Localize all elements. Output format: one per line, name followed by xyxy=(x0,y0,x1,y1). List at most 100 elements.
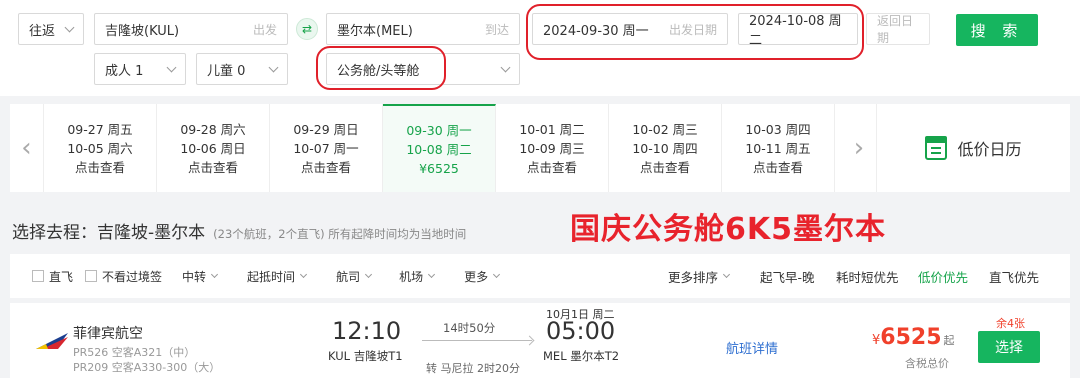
philippine-airlines-logo xyxy=(36,333,68,349)
sort-direct-first[interactable]: 直飞优先 xyxy=(989,254,1039,298)
route-line-arrow-icon xyxy=(422,340,532,341)
price-suffix: 起 xyxy=(943,334,955,347)
next-arrow-icon[interactable]: › xyxy=(842,104,876,192)
date-price: 点击查看 xyxy=(752,159,803,175)
search-panel: 往返 吉隆坡(KUL) 出发 ⇄ 墨尔本(MEL) 到达 2024-09-30 … xyxy=(0,0,1080,96)
date-option[interactable]: 09-27 周五 10-05 周六 点击查看 xyxy=(44,104,157,192)
trip-type-value: 往返 xyxy=(29,23,56,39)
chevron-down-icon xyxy=(166,62,177,72)
date-price: ¥6525 xyxy=(419,160,459,176)
date-return: 10-05 周六 xyxy=(67,140,133,156)
trip-type-select[interactable]: 往返 xyxy=(18,13,84,45)
times-label: 起抵时间 xyxy=(247,269,296,284)
date-depart: 09-29 周日 xyxy=(293,121,359,137)
date-price: 点击查看 xyxy=(526,159,577,175)
flight-price: ¥ 6525 起 xyxy=(872,325,955,350)
date-depart: 10-03 周四 xyxy=(745,121,811,137)
sort-early-late[interactable]: 起飞早-晚 xyxy=(760,254,815,298)
return-date-label: 返回日期 xyxy=(877,14,914,45)
chevron-down-icon xyxy=(268,62,279,72)
date-return: 10-08 周二 xyxy=(406,141,472,157)
chevron-down-icon xyxy=(300,270,308,279)
transfer-label: 中转 xyxy=(182,269,207,284)
flight-leg-1: PR526 空客A321（中） xyxy=(73,346,196,359)
calendar-icon xyxy=(925,136,948,160)
price-currency: ¥ xyxy=(872,333,881,348)
date-option[interactable]: 10-03 周四 10-11 周五 点击查看 xyxy=(722,104,835,192)
children-value: 儿童 0 xyxy=(207,63,246,79)
origin-input[interactable]: 吉隆坡(KUL) 出发 xyxy=(94,13,288,45)
sort-lowest-price[interactable]: 低价优先 xyxy=(918,254,968,298)
date-option[interactable]: 09-29 周日 10-07 周一 点击查看 xyxy=(270,104,383,192)
chevron-down-icon xyxy=(428,270,436,279)
chevron-down-icon xyxy=(365,270,373,279)
chevron-down-icon xyxy=(722,270,731,279)
date-strip: ‹ 09-27 周五 10-05 周六 点击查看 09-28 周六 10-06 … xyxy=(10,104,1070,192)
sort-shortest[interactable]: 耗时短优先 xyxy=(836,254,899,298)
search-button[interactable]: 搜 索 xyxy=(956,14,1038,46)
date-depart: 10-01 周二 xyxy=(519,121,585,137)
prev-arrow-icon[interactable]: ‹ xyxy=(10,104,44,192)
chevron-down-icon xyxy=(64,22,75,32)
date-depart: 09-28 周六 xyxy=(180,121,246,137)
chevron-down-icon xyxy=(500,62,511,72)
times-filter[interactable]: 起抵时间 xyxy=(247,268,308,285)
adults-value: 成人 1 xyxy=(105,63,144,79)
swap-icon[interactable]: ⇄ xyxy=(296,18,318,40)
stopover-info: 转 马尼拉 2时20分 xyxy=(426,362,520,375)
date-depart: 09-27 周五 xyxy=(67,121,133,137)
airline-name: 菲律宾航空 xyxy=(73,326,143,342)
arrival-airport: MEL 墨尔本T2 xyxy=(543,349,620,363)
flight-details-link[interactable]: 航班详情 xyxy=(726,338,778,357)
promo-overlay-text: 国庆公务舱6K5墨尔本 xyxy=(570,212,886,247)
date-depart: 10-02 周三 xyxy=(632,121,698,137)
filter-bar: 直飞 不看过境签 中转 起抵时间 航司 机场 更多 更多排序 起飞早-晚 耗时短… xyxy=(10,254,1070,298)
date-price: 点击查看 xyxy=(74,159,125,175)
depart-time: 12:10 xyxy=(332,317,402,345)
more-sort-label: 更多排序 xyxy=(668,269,719,285)
origin-value: 吉隆坡(KUL) xyxy=(105,23,180,39)
depart-airport: KUL 吉隆坡T1 xyxy=(328,349,403,363)
airport-label: 机场 xyxy=(399,269,424,284)
children-select[interactable]: 儿童 0 xyxy=(196,53,288,85)
adults-select[interactable]: 成人 1 xyxy=(94,53,186,85)
airline-filter[interactable]: 航司 xyxy=(336,268,373,285)
destination-input[interactable]: 墨尔本(MEL) 到达 xyxy=(326,13,520,45)
select-button[interactable]: 选择 xyxy=(978,331,1040,363)
flight-duration: 14时50分 xyxy=(443,321,496,335)
arrival-time: 05:00 xyxy=(546,317,616,345)
direct-checkbox[interactable]: 直飞 xyxy=(32,268,73,285)
more-filter[interactable]: 更多 xyxy=(464,268,501,285)
date-option-selected[interactable]: 09-30 周一 10-08 周二 ¥6525 xyxy=(383,104,496,192)
checkbox-icon xyxy=(85,270,98,282)
price-value: 6525 xyxy=(880,325,942,350)
flight-leg-2: PR209 空客A330-300（大） xyxy=(73,361,221,374)
date-price: 点击查看 xyxy=(639,159,690,175)
route-info: (23个航班，2个直飞) 所有起降时间均为当地时间 xyxy=(213,227,467,241)
date-return: 10-10 周四 xyxy=(632,140,698,156)
seats-remaining: 余4张 xyxy=(996,317,1025,330)
return-date-placeholder[interactable]: 返回日期 xyxy=(866,13,930,45)
chevron-down-icon xyxy=(493,270,501,279)
highlight-oval-dates xyxy=(526,4,864,60)
checkbox-icon xyxy=(32,270,44,282)
more-sort-dropdown[interactable]: 更多排序 xyxy=(668,254,731,298)
transfer-filter[interactable]: 中转 xyxy=(182,268,219,285)
date-return: 10-06 周日 xyxy=(180,140,246,156)
no-transit-visa-checkbox[interactable]: 不看过境签 xyxy=(85,268,162,285)
date-depart: 09-30 周一 xyxy=(406,122,472,138)
no-transit-visa-label: 不看过境签 xyxy=(102,269,163,284)
destination-label: 到达 xyxy=(484,22,509,37)
chevron-down-icon xyxy=(211,270,219,279)
date-return: 10-09 周三 xyxy=(519,140,585,156)
flight-row: 菲律宾航空 PR526 空客A321（中） PR209 空客A330-300（大… xyxy=(10,303,1070,378)
date-option[interactable]: 09-28 周六 10-06 周日 点击查看 xyxy=(157,104,270,192)
direct-label: 直飞 xyxy=(49,269,74,284)
date-option[interactable]: 10-02 周三 10-10 周四 点击查看 xyxy=(609,104,722,192)
date-return: 10-07 周一 xyxy=(293,140,359,156)
date-return: 10-11 周五 xyxy=(745,140,811,156)
date-option[interactable]: 10-01 周二 10-09 周三 点击查看 xyxy=(496,104,609,192)
low-price-calendar-button[interactable]: 低价日历 xyxy=(876,104,1070,192)
airport-filter[interactable]: 机场 xyxy=(399,268,436,285)
date-price: 点击查看 xyxy=(187,159,238,175)
